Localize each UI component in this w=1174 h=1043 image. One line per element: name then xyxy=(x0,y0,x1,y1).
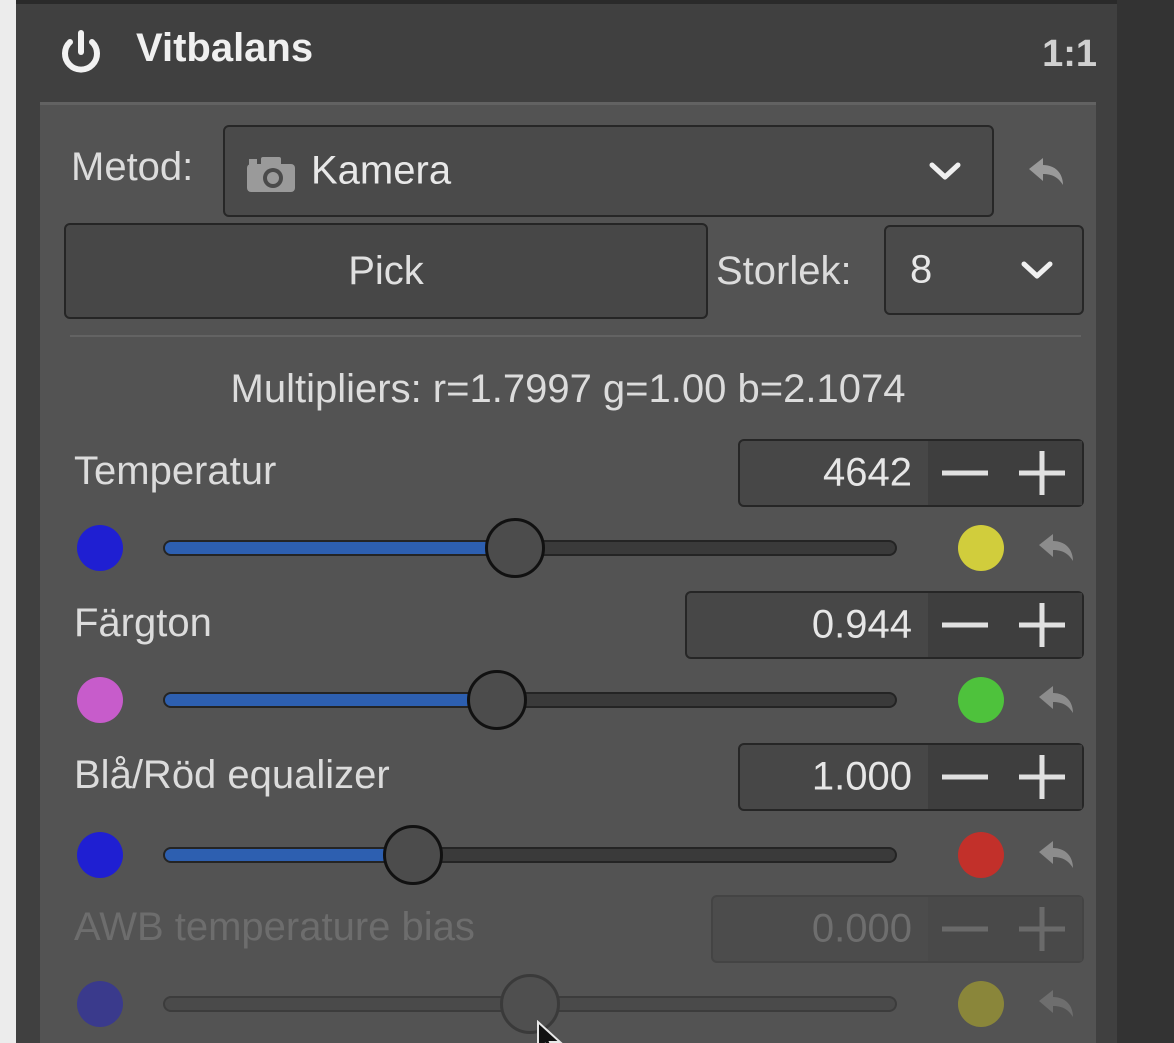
right-gutter xyxy=(1117,0,1174,1043)
temperature-slider-thumb[interactable] xyxy=(485,518,546,578)
blue-red-equalizer-reset-icon[interactable] xyxy=(1033,838,1077,872)
awb-bias-warm-swatch xyxy=(958,981,1004,1027)
left-edge xyxy=(0,0,16,1043)
equalizer-blue-swatch xyxy=(77,832,123,878)
plus-icon[interactable] xyxy=(1005,593,1082,657)
temperature-warm-swatch xyxy=(958,525,1004,571)
panel-title: Vitbalans xyxy=(136,26,314,70)
temperature-label: Temperatur xyxy=(74,449,277,493)
panel-body: Metod: Kamera Pick Storlek: 8 Multiplier… xyxy=(40,102,1096,1043)
plus-icon[interactable] xyxy=(1005,745,1082,809)
awb-bias-label: AWB temperature bias xyxy=(74,905,475,949)
size-value: 8 xyxy=(910,247,933,292)
minus-icon[interactable] xyxy=(928,593,1005,657)
mouse-cursor-icon xyxy=(537,1020,563,1043)
temperature-reset-icon[interactable] xyxy=(1033,531,1077,565)
temperature-slider-fill xyxy=(165,542,518,554)
minus-icon[interactable] xyxy=(928,745,1005,809)
temperature-spinbox[interactable]: 4642 xyxy=(738,439,1084,507)
tint-slider-fill xyxy=(165,694,499,706)
method-label: Metod: xyxy=(71,145,194,189)
panel-header[interactable]: Vitbalans 1:1 xyxy=(16,4,1117,102)
minus-icon[interactable] xyxy=(928,441,1005,505)
blue-red-equalizer-label: Blå/Röd equalizer xyxy=(74,753,390,797)
spin-buttons xyxy=(928,897,1082,961)
spin-buttons xyxy=(928,745,1082,809)
temperature-cold-swatch xyxy=(77,525,123,571)
method-dropdown[interactable]: Kamera xyxy=(223,125,994,217)
tint-green-swatch xyxy=(958,677,1004,723)
power-icon[interactable] xyxy=(56,28,106,78)
plus-icon xyxy=(1019,907,1065,951)
tint-reset-icon[interactable] xyxy=(1033,683,1077,717)
tint-label: Färgton xyxy=(74,601,212,645)
spin-buttons xyxy=(928,593,1082,657)
awb-bias-spinbox: 0.000 xyxy=(711,895,1084,963)
white-balance-panel: Vitbalans 1:1 Metod: Kamera Pick Storlek… xyxy=(16,4,1117,1043)
divider xyxy=(70,335,1081,337)
minus-icon xyxy=(942,926,988,932)
tint-slider-thumb[interactable] xyxy=(466,670,527,730)
blue-red-equalizer-slider-fill xyxy=(165,849,415,861)
temperature-value: 4642 xyxy=(823,450,912,495)
chevron-down-icon xyxy=(1021,261,1053,279)
method-value: Kamera xyxy=(311,148,452,193)
size-label: Storlek: xyxy=(716,249,852,293)
tint-value: 0.944 xyxy=(811,602,912,647)
tint-magenta-swatch xyxy=(77,677,123,723)
method-reset-icon[interactable] xyxy=(1023,155,1067,189)
camera-icon xyxy=(247,157,295,192)
equalizer-red-swatch xyxy=(958,832,1004,878)
pick-button[interactable]: Pick xyxy=(64,223,708,319)
awb-bias-cold-swatch xyxy=(77,981,123,1027)
blue-red-equalizer-value: 1.000 xyxy=(811,754,912,799)
blue-red-equalizer-spinbox[interactable]: 1.000 xyxy=(738,743,1084,811)
plus-icon[interactable] xyxy=(1005,441,1082,505)
multipliers-text: Multipliers: r=1.7997 g=1.00 b=2.1074 xyxy=(230,367,906,411)
size-dropdown[interactable]: 8 xyxy=(884,225,1084,315)
awb-bias-reset-icon xyxy=(1039,990,1073,1017)
screen: Vitbalans 1:1 Metod: Kamera Pick Storlek… xyxy=(0,0,1174,1043)
chevron-down-icon xyxy=(929,162,961,180)
awb-bias-value: 0.000 xyxy=(811,906,912,951)
spin-buttons xyxy=(928,441,1082,505)
blue-red-equalizer-slider-thumb[interactable] xyxy=(382,825,443,885)
zoom-label: 1:1 xyxy=(1042,33,1097,75)
tint-spinbox[interactable]: 0.944 xyxy=(685,591,1084,659)
tint-slider-track[interactable] xyxy=(163,692,897,708)
blue-red-equalizer-slider-track[interactable] xyxy=(163,847,897,863)
